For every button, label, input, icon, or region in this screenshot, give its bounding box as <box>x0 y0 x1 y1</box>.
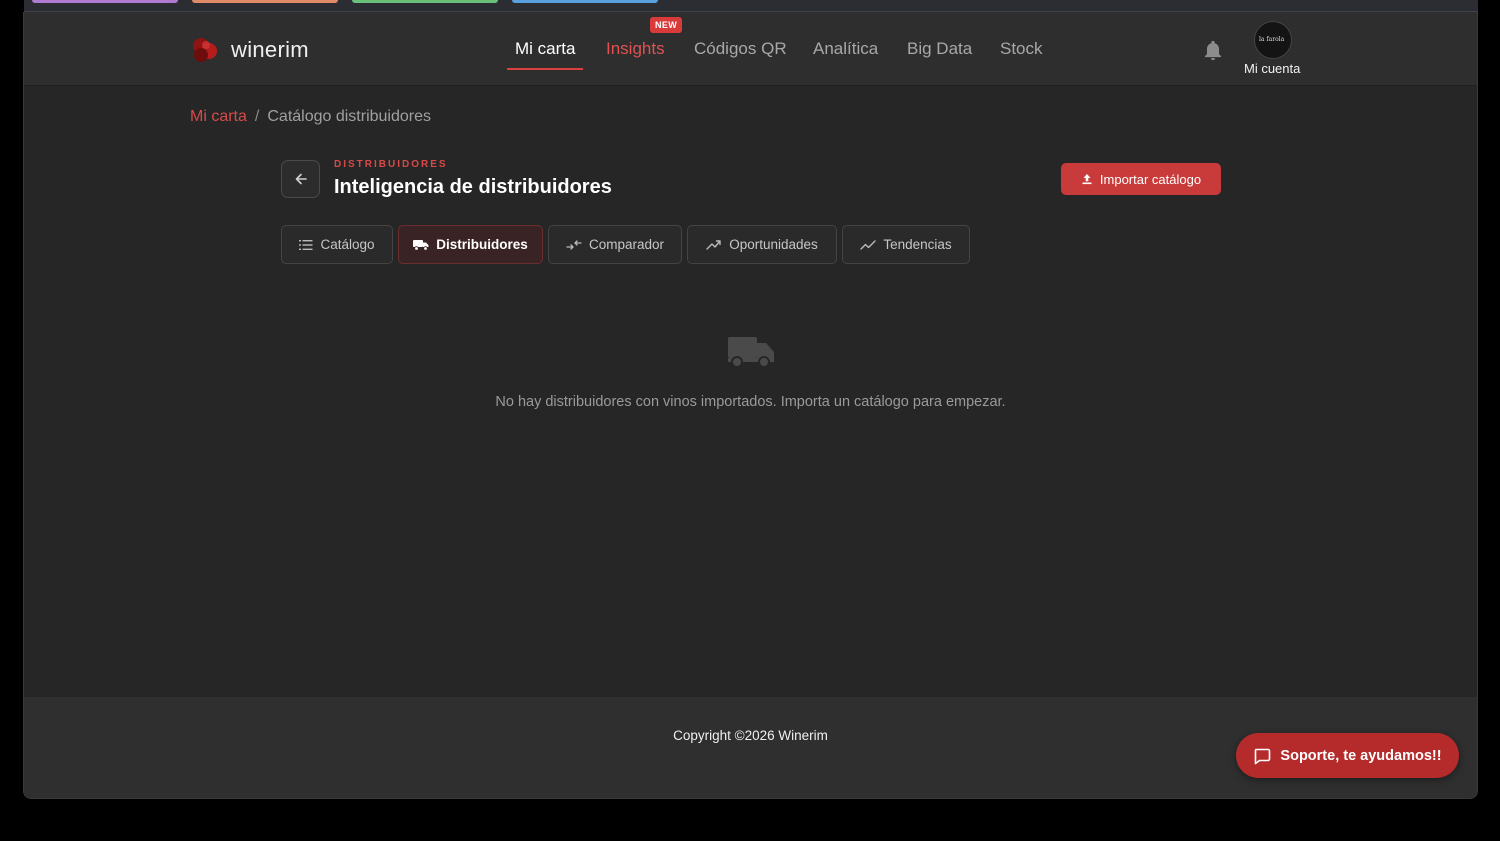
empty-state-message: No hay distribuidores con vinos importad… <box>495 394 1006 410</box>
tab-label: Catálogo <box>320 237 375 252</box>
truck-icon <box>413 239 429 251</box>
browser-tab-indicator[interactable] <box>512 0 658 3</box>
list-icon <box>299 239 313 250</box>
browser-tab-indicator[interactable] <box>352 0 498 3</box>
empty-state-truck-icon <box>728 337 774 368</box>
breadcrumb-link-mi-carta[interactable]: Mi carta <box>190 108 247 126</box>
breadcrumb-current: Catálogo distribuidores <box>267 108 432 125</box>
tab-catalogo[interactable]: Catálogo <box>281 225 393 264</box>
nav-active-indicator <box>507 68 583 70</box>
tab-distribuidores[interactable]: Distribuidores <box>398 225 543 264</box>
trend-up-icon <box>706 239 721 250</box>
swap-icon <box>566 239 582 250</box>
bell-icon[interactable] <box>1202 39 1224 63</box>
nav-mi-carta[interactable]: Mi carta <box>515 39 575 59</box>
import-catalog-label: Importar catálogo <box>1099 171 1202 187</box>
tab-label: Distribuidores <box>436 237 528 252</box>
browser-tab-indicator[interactable] <box>32 0 178 3</box>
browser-tab-indicator[interactable] <box>192 0 338 3</box>
nav-stock[interactable]: Stock <box>1000 39 1043 59</box>
tab-tendencias[interactable]: Tendencias <box>842 225 970 264</box>
grape-logo-icon <box>193 38 217 62</box>
import-catalog-button[interactable]: Importar catálogo <box>1061 163 1221 195</box>
app-window: winerim Mi carta Insights NEW Códigos QR… <box>23 12 1478 799</box>
app-name: winerim <box>231 37 309 62</box>
nav-big-data[interactable]: Big Data <box>907 39 972 59</box>
breadcrumb: Mi carta / Catálogo distribuidores <box>190 108 431 126</box>
chat-icon <box>1255 748 1271 764</box>
account-avatar[interactable]: la farola <box>1254 21 1292 59</box>
section-eyebrow: DISTRIBUIDORES <box>334 159 448 170</box>
chart-line-icon <box>860 239 877 250</box>
upload-icon <box>1082 174 1092 185</box>
browser-tab-strip <box>24 0 1478 12</box>
page-title: Inteligencia de distribuidores <box>334 176 612 198</box>
nav-insights[interactable]: Insights <box>606 39 665 59</box>
avatar-text: la farola <box>1259 36 1285 43</box>
breadcrumb-separator: / <box>254 108 260 125</box>
top-header: winerim Mi carta Insights NEW Códigos QR… <box>24 12 1477 86</box>
tab-label: Oportunidades <box>729 237 818 252</box>
tab-comparador[interactable]: Comparador <box>548 225 682 264</box>
tab-label: Comparador <box>588 237 665 252</box>
support-label: Soporte, te ayudamos!! <box>1280 747 1442 764</box>
app-logo[interactable]: winerim <box>189 34 309 66</box>
tab-label: Tendencias <box>883 237 952 252</box>
arrow-left-icon <box>295 173 307 185</box>
tab-oportunidades[interactable]: Oportunidades <box>687 225 837 264</box>
new-badge: NEW <box>650 17 683 33</box>
account-label[interactable]: Mi cuenta <box>1244 61 1300 76</box>
nav-codigos-qr[interactable]: Códigos QR <box>694 39 787 59</box>
back-button[interactable] <box>281 160 320 198</box>
support-chat-button[interactable]: Soporte, te ayudamos!! <box>1236 733 1459 778</box>
nav-analitica[interactable]: Analítica <box>813 39 878 59</box>
